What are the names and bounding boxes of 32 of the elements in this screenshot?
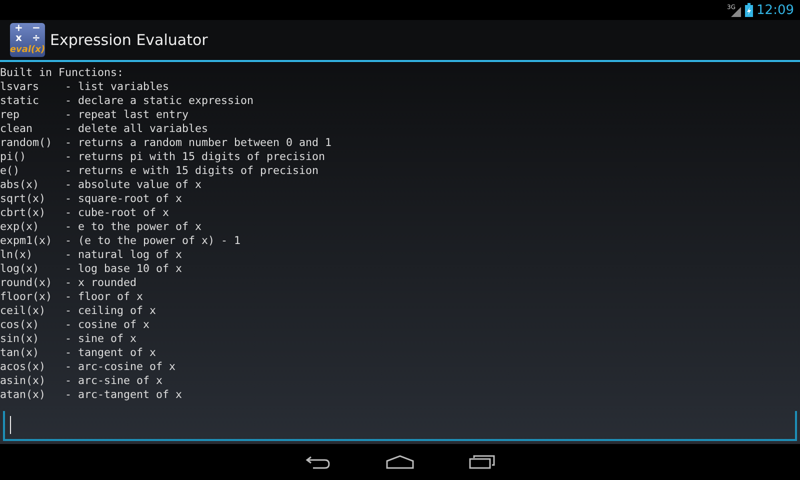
console-line: static - declare a static expression: [0, 94, 255, 108]
console-line: tan(x) - tangent of x: [0, 346, 158, 360]
console-line: rep - repeat last entry: [0, 108, 190, 122]
home-icon[interactable]: [386, 455, 414, 469]
console-line: sin(x) - sine of x: [0, 332, 138, 346]
console-line: expm1(x) - (e to the power of x) - 1: [0, 234, 242, 248]
console-line: random() - returns a random number between 0 and 1: [0, 136, 333, 150]
console-line: atan(x) - arc-tangent of x: [0, 388, 184, 402]
console-line: lsvars - list variables: [0, 80, 170, 94]
console-line: floor(x) - floor of x: [0, 290, 144, 304]
battery-icon: [744, 3, 753, 17]
console-line: Built in Functions:: [0, 66, 125, 80]
app-icon: + − x ÷ eval(x): [10, 23, 45, 57]
console-line: ln(x) - natural log of x: [0, 248, 184, 262]
console-line: round(x) - x rounded: [0, 276, 138, 290]
console-line: cos(x) - cosine of x: [0, 318, 151, 332]
clock-time: 12:09: [756, 2, 794, 18]
console-line: sqrt(x) - square-root of x: [0, 192, 184, 206]
console-line: acos(x) - arc-cosine of x: [0, 360, 177, 374]
back-icon[interactable]: [305, 455, 331, 469]
input-field[interactable]: [3, 411, 797, 441]
console-line: clean - delete all variables: [0, 122, 210, 136]
console-line: abs(x) - absolute value of x: [0, 178, 203, 192]
console-line: e() - returns e with 15 digits of precision: [0, 164, 320, 178]
console-line: pi() - returns pi with 15 digits of precision: [0, 150, 326, 164]
console-line: log(x) - log base 10 of x: [0, 262, 184, 276]
console-line: exp(x) - e to the power of x: [0, 220, 203, 234]
recent-apps-icon[interactable]: [469, 455, 495, 469]
app-title: Expression Evaluator: [50, 31, 208, 49]
console-line: asin(x) - arc-sine of x: [0, 374, 164, 388]
console-line: ceil(x) - ceiling of x: [0, 304, 158, 318]
console-line: cbrt(x) - cube-root of x: [0, 206, 170, 220]
